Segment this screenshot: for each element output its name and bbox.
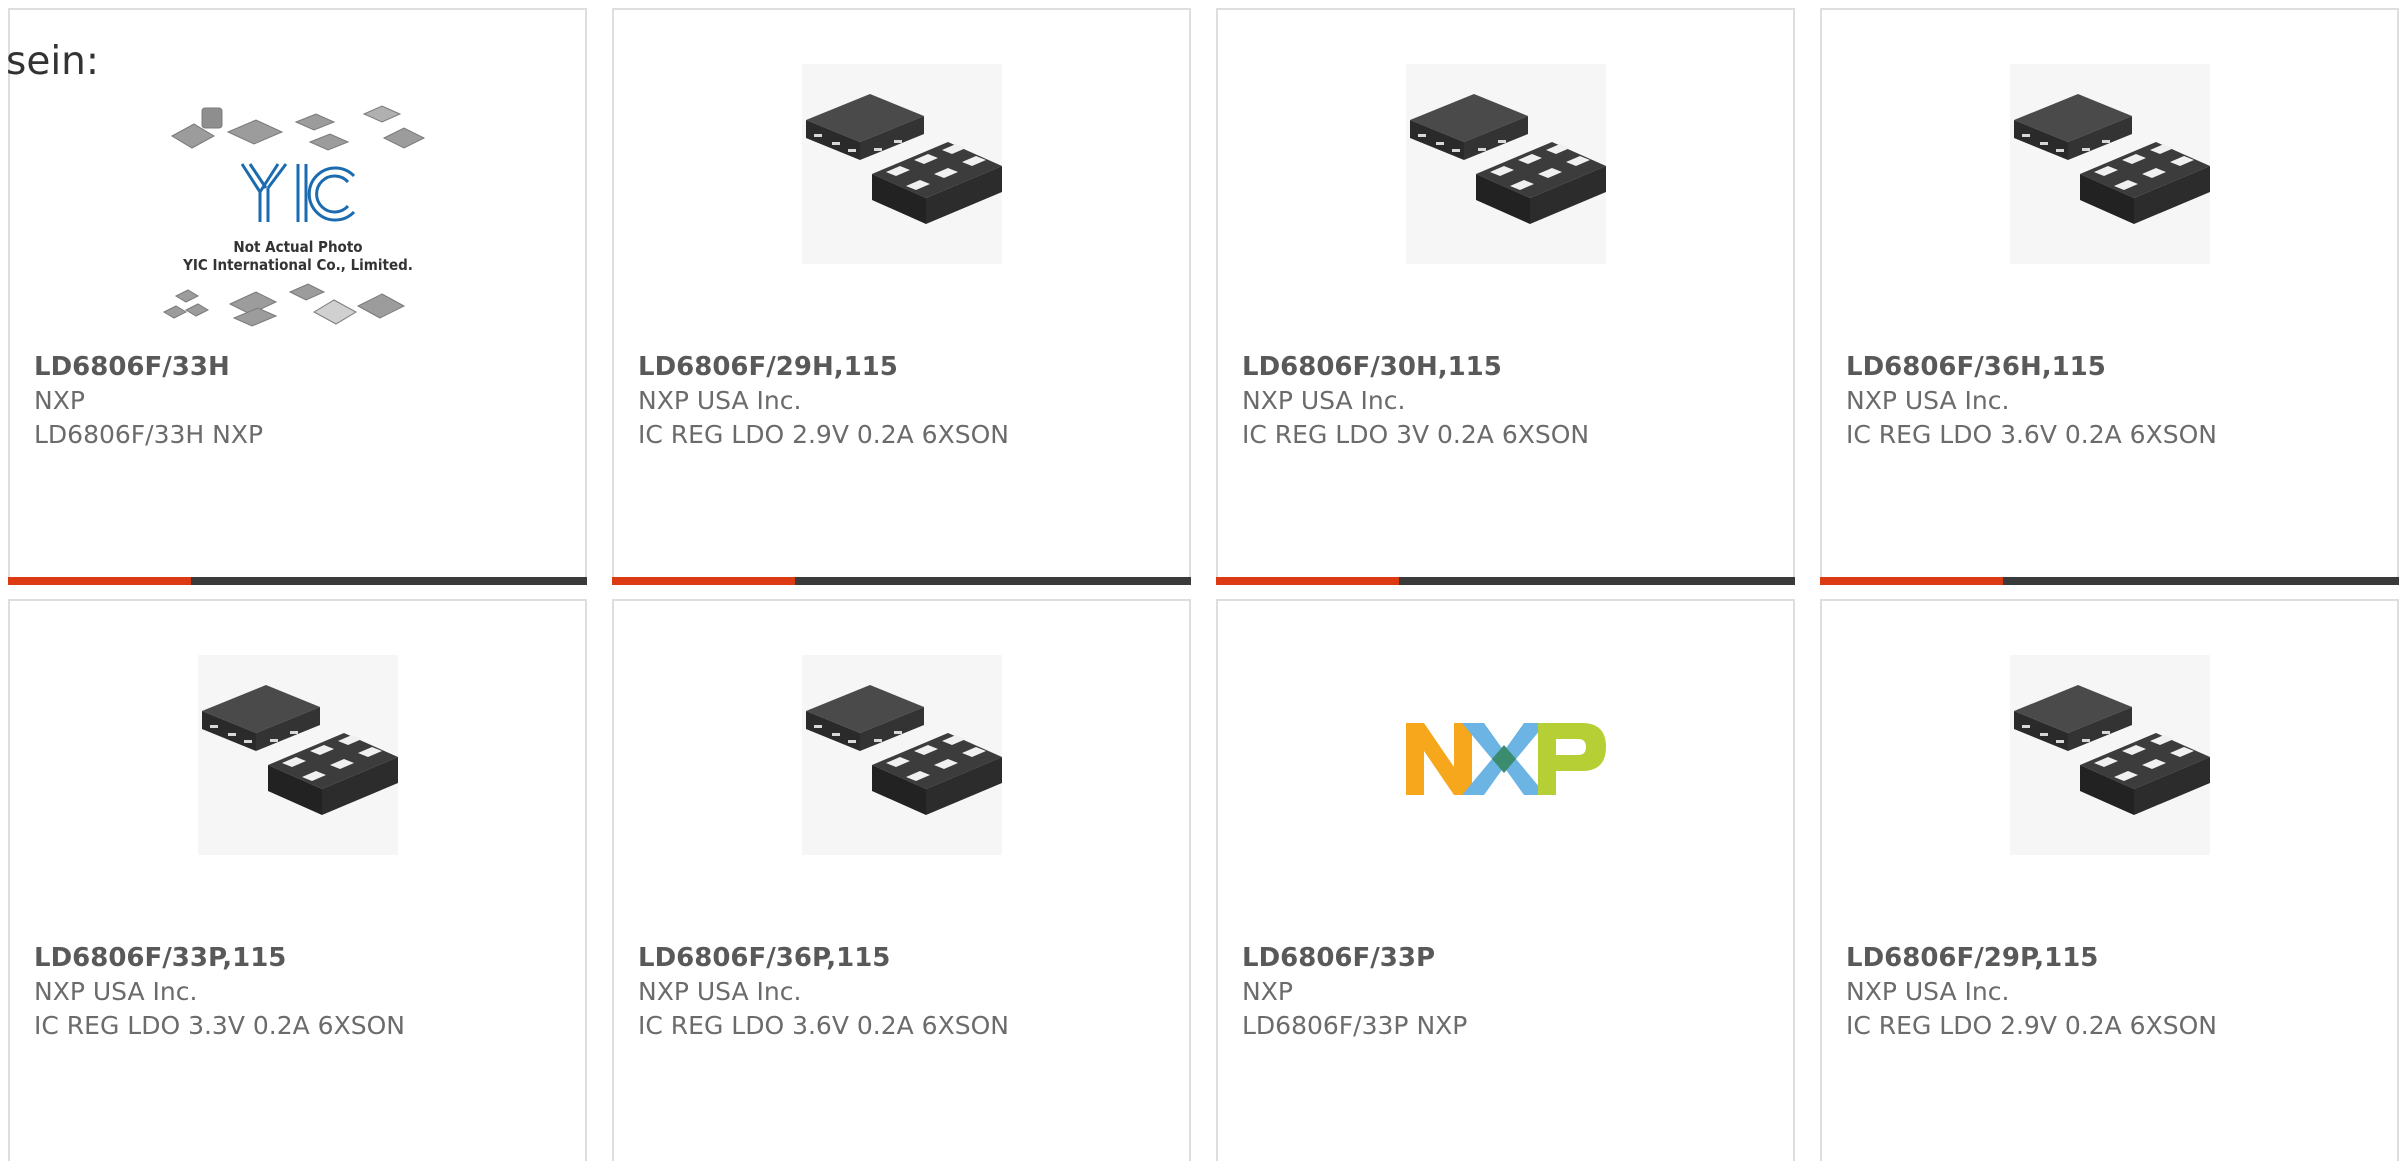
product-card[interactable]: LD6806F/29P,115 NXP USA Inc. IC REG LDO …	[1820, 599, 2399, 1161]
manufacturer: NXP USA Inc.	[638, 386, 802, 415]
product-grid: Not Actual Photo YIC International Co., …	[8, 8, 2400, 1161]
image-caption-line2: YIC International Co., Limited.	[182, 256, 413, 274]
product-image	[1822, 655, 2397, 945]
not-actual-photo-image: Not Actual Photo YIC International Co., …	[162, 105, 425, 327]
part-number[interactable]: LD6806F/36P,115	[638, 941, 1173, 975]
part-number[interactable]: LD6806F/33H	[34, 350, 569, 384]
product-card[interactable]: LD6806F/33P,115 NXP USA Inc. IC REG LDO …	[8, 599, 587, 1161]
card-footer-accent	[1216, 577, 1399, 585]
product-image	[1822, 64, 2397, 354]
product-image	[614, 655, 1189, 945]
part-number[interactable]: LD6806F/33P,115	[34, 941, 569, 975]
product-card[interactable]: LD6806F/29H,115 NXP USA Inc. IC REG LDO …	[612, 8, 1191, 585]
card-footer-accent	[1820, 577, 2003, 585]
xson6-package-icon	[2009, 655, 2210, 855]
card-footer-accent	[8, 577, 191, 585]
manufacturer: NXP USA Inc.	[1846, 977, 2010, 1006]
part-number[interactable]: LD6806F/29P,115	[1846, 941, 2381, 975]
product-card[interactable]: LD6806F/36P,115 NXP USA Inc. IC REG LDO …	[612, 599, 1191, 1161]
part-number[interactable]: LD6806F/29H,115	[638, 350, 1173, 384]
manufacturer: NXP USA Inc.	[34, 977, 198, 1006]
part-number[interactable]: LD6806F/30H,115	[1242, 350, 1777, 384]
manufacturer: NXP USA Inc.	[638, 977, 802, 1006]
card-footer-bar	[612, 577, 1191, 585]
card-footer-bar	[1216, 577, 1795, 585]
product-card[interactable]: LD6806F/30H,115 NXP USA Inc. IC REG LDO …	[1216, 8, 1795, 585]
product-card[interactable]: Not Actual Photo YIC International Co., …	[8, 8, 587, 585]
product-image	[10, 655, 585, 945]
manufacturer: NXP	[1242, 977, 1293, 1006]
lead-text: sein:	[6, 39, 100, 84]
product-grid-page: sein: Not Actual Photo YIC International…	[0, 0, 2400, 1161]
manufacturer: NXP USA Inc.	[1242, 386, 1406, 415]
part-number[interactable]: LD6806F/33P	[1242, 941, 1777, 975]
nxp-logo	[1405, 723, 1606, 795]
image-caption-line1: Not Actual Photo	[233, 238, 362, 256]
xson6-package-icon	[197, 655, 398, 855]
product-card[interactable]: LD6806F/36H,115 NXP USA Inc. IC REG LDO …	[1820, 8, 2399, 585]
description: IC REG LDO 3.6V 0.2A 6XSON	[1846, 420, 2217, 449]
xson6-package-icon	[801, 64, 1002, 264]
product-card[interactable]: LD6806F/33P NXP LD6806F/33P NXP	[1216, 599, 1795, 1161]
card-footer-bar	[1820, 577, 2399, 585]
description: LD6806F/33H NXP	[34, 420, 264, 449]
manufacturer: NXP	[34, 386, 85, 415]
description: IC REG LDO 2.9V 0.2A 6XSON	[638, 420, 1009, 449]
description: IC REG LDO 3.6V 0.2A 6XSON	[638, 1011, 1009, 1040]
description: IC REG LDO 3V 0.2A 6XSON	[1242, 420, 1590, 449]
description: IC REG LDO 2.9V 0.2A 6XSON	[1846, 1011, 2217, 1040]
card-footer-accent	[612, 577, 795, 585]
product-image	[614, 64, 1189, 354]
product-image	[1218, 64, 1793, 354]
manufacturer: NXP USA Inc.	[1846, 386, 2010, 415]
xson6-package-icon	[1405, 64, 1606, 264]
description: LD6806F/33P NXP	[1242, 1011, 1468, 1040]
xson6-package-icon	[801, 655, 1002, 855]
xson6-package-icon	[2009, 64, 2210, 264]
description: IC REG LDO 3.3V 0.2A 6XSON	[34, 1011, 405, 1040]
product-image	[1218, 655, 1793, 945]
product-image-placeholder: Not Actual Photo YIC International Co., …	[10, 64, 585, 354]
card-footer-bar	[8, 577, 587, 585]
part-number[interactable]: LD6806F/36H,115	[1846, 350, 2381, 384]
